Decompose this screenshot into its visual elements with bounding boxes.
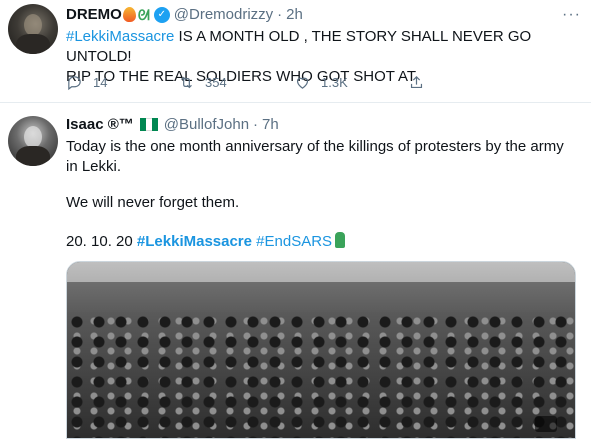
photo-crowd	[67, 312, 575, 438]
tweet-text-line-1: Today is the one month anniversary of th…	[66, 138, 564, 155]
tweet-text-line-3: We will never forget them.	[66, 194, 240, 211]
date-text: 20. 10. 20	[66, 233, 137, 250]
tweet-photo[interactable]	[66, 261, 576, 439]
avatar-body	[16, 146, 50, 166]
media-badge-icon	[535, 416, 557, 432]
avatar-isaac[interactable]	[8, 116, 58, 166]
hashtag-endsars[interactable]: #EndSARS	[256, 233, 332, 250]
tweet-text-line-2: in Lekki.	[66, 158, 122, 175]
tweet-text-line-4: 20. 10. 20 #LekkiMassacre #EndSARS	[66, 232, 586, 252]
avatar-face	[24, 126, 42, 148]
hashtag-lekkimassacre[interactable]: #LekkiMassacre	[137, 233, 252, 250]
tweet-isaac[interactable]: Isaac ®™ @BullofJohn · 7h Today is the o…	[0, 0, 591, 439]
raised-fist-icon	[335, 232, 346, 248]
